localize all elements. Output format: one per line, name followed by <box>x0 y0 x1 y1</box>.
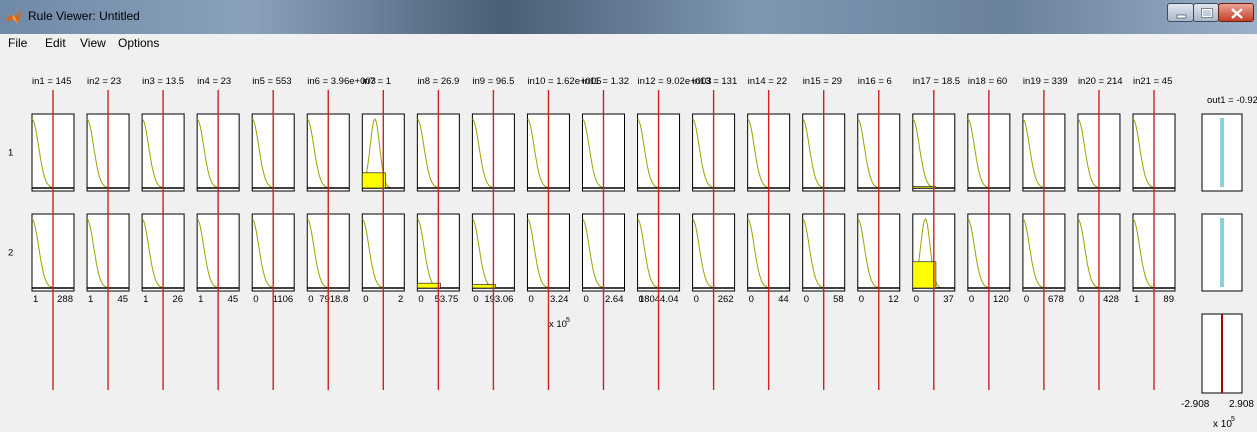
range-min: 1 <box>1134 294 1139 305</box>
menu-file[interactable]: File <box>8 36 27 50</box>
input-label: in19 = 339 <box>1023 76 1068 87</box>
range-max: 120 <box>993 294 1009 305</box>
range-max: 678 <box>1048 294 1064 305</box>
input-label: in20 = 214 <box>1078 76 1123 87</box>
range-min: 0 <box>1079 294 1084 305</box>
range-max: 89 <box>1163 294 1174 305</box>
range-min: 0 <box>969 294 974 305</box>
input-label: in7 = 1 <box>362 76 391 87</box>
input-label: in5 = 553 <box>252 76 291 87</box>
output-scale-exponent: 5 <box>1231 416 1235 423</box>
matlab-icon <box>6 10 22 24</box>
menu-bar: File Edit View Options <box>0 34 1257 54</box>
menu-view[interactable]: View <box>80 36 106 50</box>
minimize-icon <box>1176 14 1187 19</box>
fired-area <box>472 284 496 289</box>
input-label: in11 = 1.32 <box>583 76 630 87</box>
input-label: in21 = 45 <box>1133 76 1172 87</box>
input-label: in14 = 22 <box>748 76 787 87</box>
rule-number: 2 <box>8 248 13 259</box>
output-range-min: -2.908 <box>1181 399 1210 410</box>
range-max: 12 <box>888 294 899 305</box>
input-label: in18 = 60 <box>968 76 1007 87</box>
output-label: out1 = -0.922 <box>1207 95 1257 106</box>
rule-viewer-canvas: in1 = 145 in2 = 23 in3 = 13.5 in4 = 23 in5 =… <box>8 76 1257 430</box>
range-min: 0 <box>308 294 313 305</box>
range-max: 262 <box>718 294 734 305</box>
range-max: 58 <box>833 294 844 305</box>
range-max: 37 <box>943 294 954 305</box>
range-max: 2.64 <box>605 294 624 305</box>
range-min: 0 <box>363 294 368 305</box>
fired-area <box>417 282 441 289</box>
range-max: 45 <box>117 294 128 305</box>
rule-number: 1 <box>8 148 13 159</box>
output-range-max: 2.908 <box>1229 399 1254 410</box>
range-max: 3.24 <box>550 294 569 305</box>
range-max: 1106 <box>273 294 293 305</box>
range-min: 1 <box>198 294 203 305</box>
scale-exponent: 5 <box>566 317 570 324</box>
range-max: 193.06 <box>484 294 513 305</box>
fired-area <box>912 261 937 289</box>
range-max: 428 <box>1103 294 1119 305</box>
range-max: 288 <box>57 294 73 305</box>
range-min: 0 <box>859 294 864 305</box>
range-min: 0 <box>418 294 423 305</box>
range-max: 26 <box>173 294 184 305</box>
range-min: 0 <box>914 294 919 305</box>
output-scale-note: x 10 <box>1213 419 1232 430</box>
close-icon <box>1231 8 1243 19</box>
range-min: 1 <box>143 294 148 305</box>
input-label: in3 = 13.5 <box>142 76 184 87</box>
input-label: in4 = 23 <box>197 76 231 87</box>
input-label: in1 = 145 <box>32 76 71 87</box>
close-button[interactable] <box>1218 3 1254 22</box>
range-min: 0 <box>804 294 809 305</box>
range-min: 0 <box>584 294 589 305</box>
window-title: Rule Viewer: Untitled <box>28 9 140 23</box>
range-max: 7918.8 <box>319 294 348 305</box>
range-min: 0 <box>473 294 478 305</box>
input-label: in13 = 131 <box>693 76 738 87</box>
scale-note: x 10 <box>549 319 567 330</box>
range-min: 0 <box>1024 294 1029 305</box>
maximize-button[interactable] <box>1193 3 1219 22</box>
menu-edit[interactable]: Edit <box>45 36 66 50</box>
range-min: 1 <box>33 294 38 305</box>
menu-options[interactable]: Options <box>118 36 159 50</box>
range-max: 44 <box>778 294 789 305</box>
input-label: in17 = 18.5 <box>913 76 960 87</box>
range-min: 0 <box>749 294 754 305</box>
input-label: in8 = 26.9 <box>417 76 459 87</box>
fired-area <box>361 172 386 189</box>
range-max: 45 <box>228 294 239 305</box>
range-min: 0 <box>253 294 258 305</box>
range-min: 0 <box>528 294 533 305</box>
range-min: 1 <box>88 294 93 305</box>
input-label: in9 = 96.5 <box>472 76 514 87</box>
input-label: in2 = 23 <box>87 76 121 87</box>
output-bar <box>1220 218 1224 287</box>
range-max: 2 <box>398 294 403 305</box>
title-bar[interactable]: Rule Viewer: Untitled <box>0 0 1257 34</box>
input-label: in15 = 29 <box>803 76 842 87</box>
range-min: 0 <box>694 294 699 305</box>
maximize-icon <box>1201 8 1213 18</box>
fired-area <box>912 186 937 189</box>
minimize-button[interactable] <box>1167 3 1194 22</box>
input-label: in16 = 6 <box>858 76 892 87</box>
output-bar <box>1220 118 1224 187</box>
